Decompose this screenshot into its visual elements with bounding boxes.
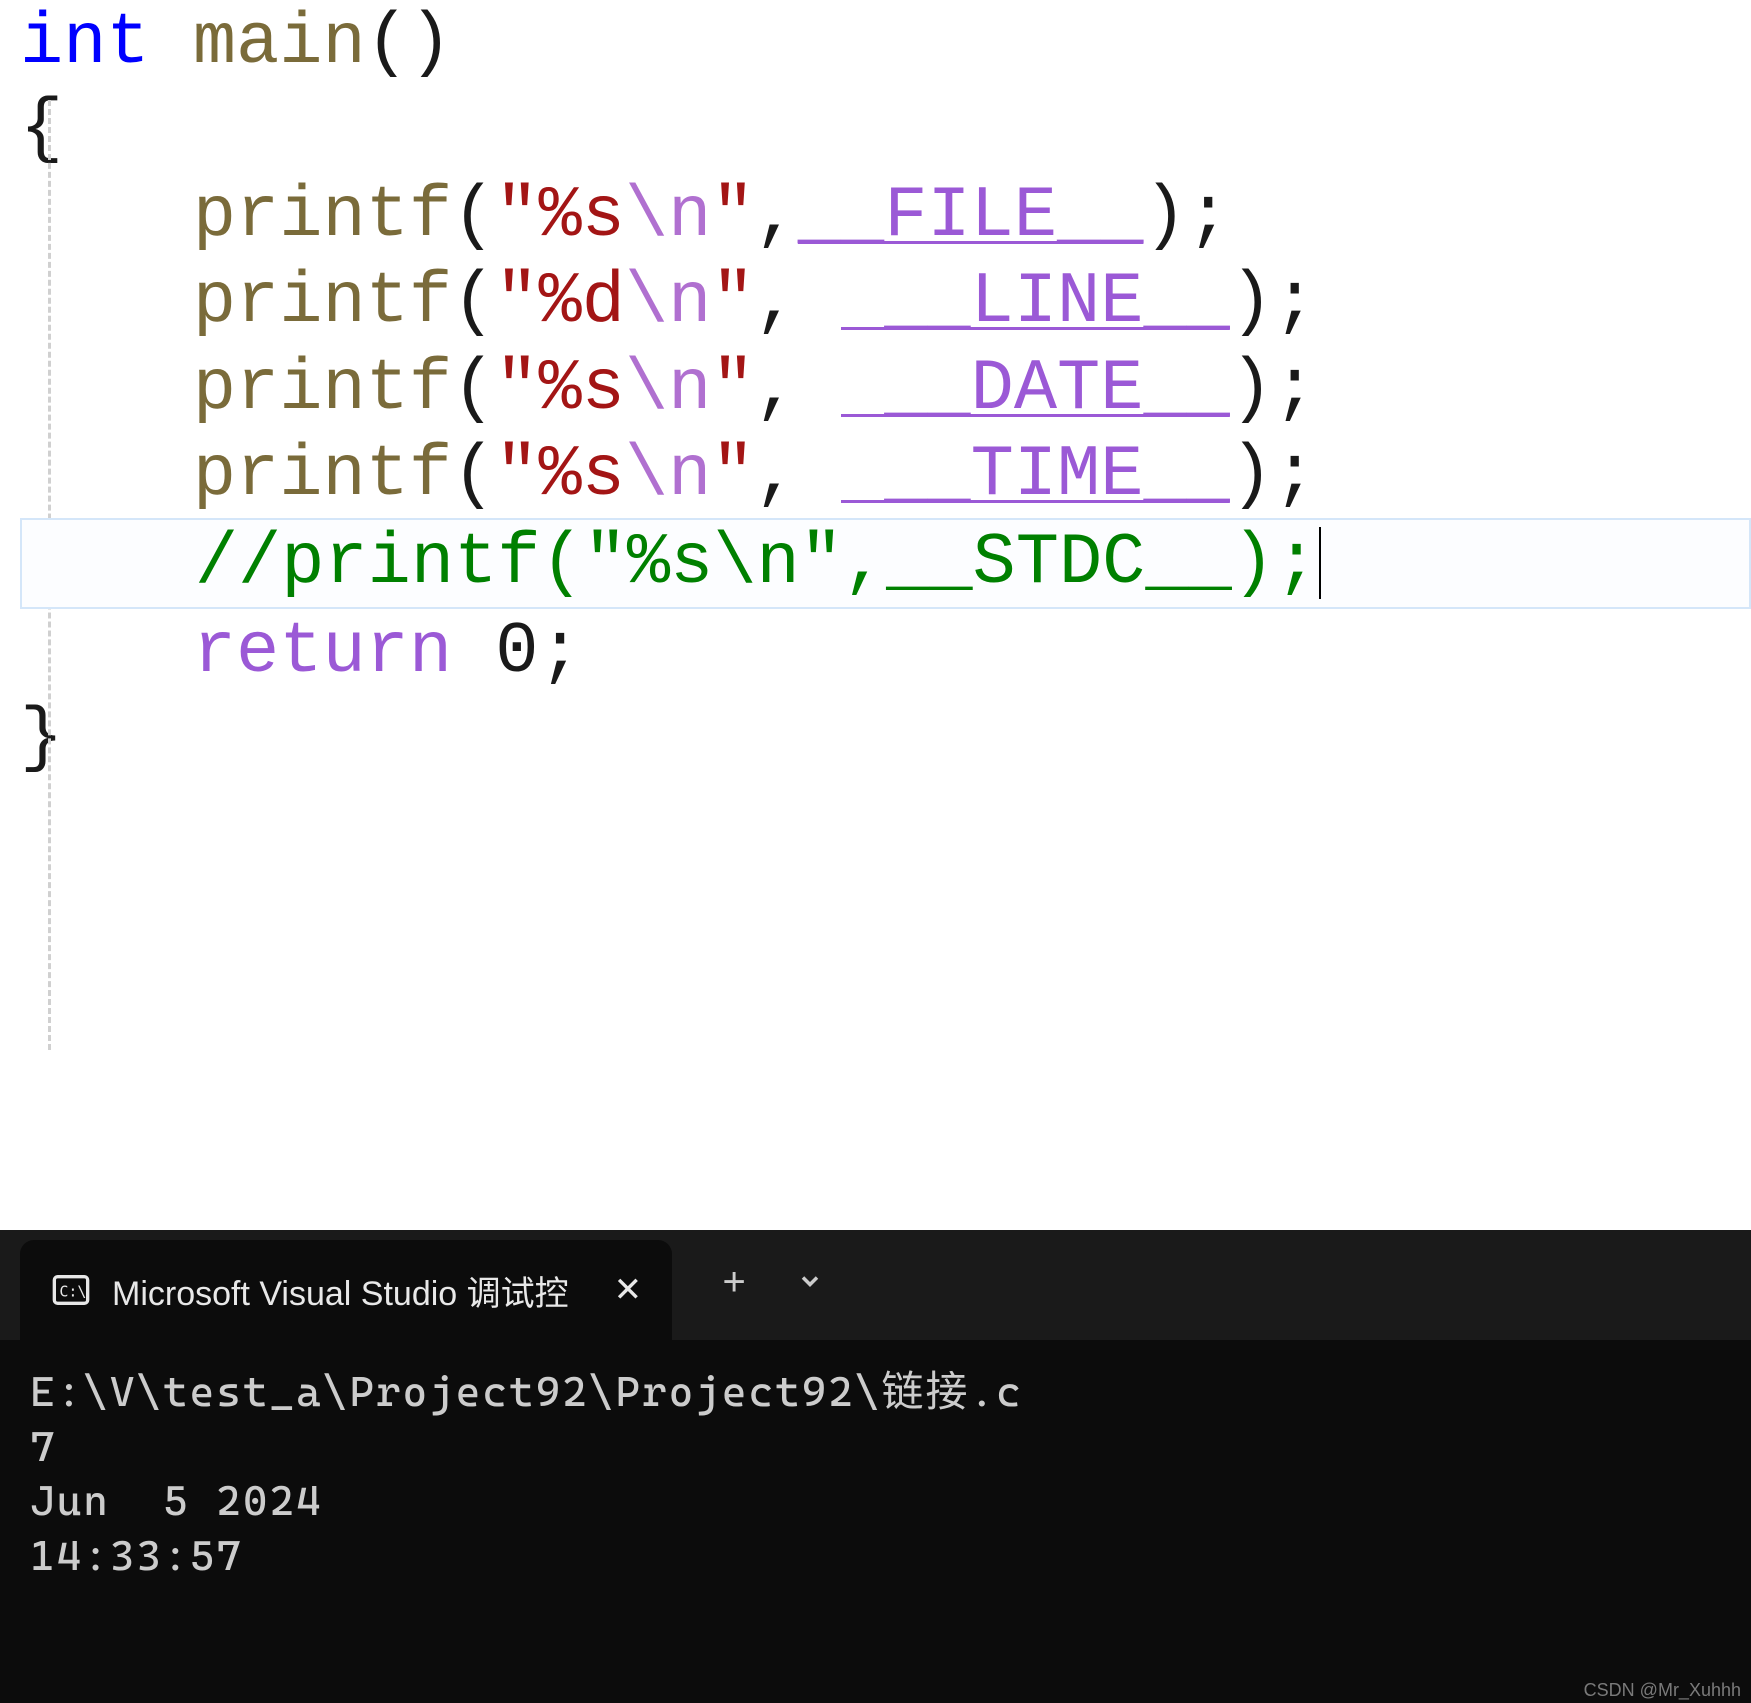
paren-close: ) [1230, 261, 1273, 343]
number-literal: 0 [495, 611, 538, 693]
terminal-line: E:\V\test_a\Project92\Project92\链接.c [30, 1365, 1721, 1420]
terminal-tab-bar: C:\ Microsoft Visual Studio 调试控 ✕ + [0, 1230, 1751, 1340]
semicolon: ; [1187, 175, 1230, 257]
escape-seq: \n [625, 434, 711, 516]
semicolon: ; [1273, 348, 1316, 430]
paren-open: ( [452, 434, 495, 516]
code-line[interactable]: printf("%s\n", __TIME__); [20, 432, 1751, 518]
function-name: main [193, 2, 366, 84]
indent [20, 434, 193, 516]
code-line-active[interactable]: //printf("%s\n",__STDC__); [20, 518, 1751, 608]
terminal-panel: C:\ Microsoft Visual Studio 调试控 ✕ + E:\V… [0, 1230, 1751, 1703]
text-cursor [1319, 527, 1321, 599]
string-quote: " [711, 261, 754, 343]
string-quote: " [495, 261, 538, 343]
indent [20, 261, 193, 343]
indent [20, 611, 193, 693]
indent [20, 175, 193, 257]
semicolon: ; [539, 611, 582, 693]
open-brace: { [20, 88, 63, 170]
code-line[interactable]: return 0; [20, 609, 1751, 695]
space [150, 2, 193, 84]
comma: , [755, 175, 798, 257]
escape-seq: \n [625, 261, 711, 343]
terminal-icon: C:\ [50, 1269, 92, 1311]
comma: , [755, 261, 841, 343]
escape-seq: \n [625, 175, 711, 257]
semicolon: ; [1273, 434, 1316, 516]
code-line[interactable]: int main() [20, 0, 1751, 86]
paren-close: ) [1143, 175, 1186, 257]
function-call: printf [193, 261, 452, 343]
code-line[interactable]: printf("%s\n", __DATE__); [20, 346, 1751, 432]
string-quote: " [711, 434, 754, 516]
escape-seq: \n [625, 348, 711, 430]
macro: __DATE__ [841, 348, 1230, 430]
terminal-tab-title: Microsoft Visual Studio 调试控 [112, 1266, 569, 1315]
paren-close: ) [1230, 434, 1273, 516]
format-spec: %s [539, 434, 625, 516]
keyword-type: int [20, 2, 150, 84]
close-brace: } [20, 697, 63, 779]
function-call: printf [193, 434, 452, 516]
terminal-line: 14:33:57 [30, 1529, 1721, 1584]
format-spec: %d [539, 261, 625, 343]
code-line[interactable]: } [20, 695, 1751, 781]
keyword-return: return [193, 611, 452, 693]
string-quote: " [495, 348, 538, 430]
code-line[interactable]: printf("%d\n", __LINE__); [20, 259, 1751, 345]
string-quote: " [495, 175, 538, 257]
macro: __LINE__ [841, 261, 1230, 343]
code-editor[interactable]: int main() { printf("%s\n",__FILE__); pr… [0, 0, 1751, 1230]
function-call: printf [193, 348, 452, 430]
tab-dropdown-button[interactable] [796, 1263, 824, 1308]
code-line[interactable]: printf("%s\n",__FILE__); [20, 173, 1751, 259]
paren-open: ( [452, 348, 495, 430]
code-line[interactable]: { [20, 86, 1751, 172]
svg-text:C:\: C:\ [59, 1283, 86, 1301]
watermark: CSDN @Mr_Xuhhh [1584, 1680, 1741, 1701]
new-tab-button[interactable]: + [722, 1263, 746, 1308]
paren-open: ( [452, 261, 495, 343]
comma: , [755, 348, 841, 430]
terminal-line: 7 [30, 1420, 1721, 1475]
macro: __TIME__ [841, 434, 1230, 516]
parentheses: () [366, 2, 452, 84]
paren-close: ) [1230, 348, 1273, 430]
terminal-output[interactable]: E:\V\test_a\Project92\Project92\链接.c 7 J… [0, 1340, 1751, 1608]
indent [22, 522, 195, 604]
string-quote: " [495, 434, 538, 516]
string-quote: " [711, 175, 754, 257]
indent [20, 348, 193, 430]
terminal-tab-actions: + [722, 1263, 824, 1308]
terminal-tab[interactable]: C:\ Microsoft Visual Studio 调试控 ✕ [20, 1240, 672, 1340]
space [452, 611, 495, 693]
format-spec: %s [539, 348, 625, 430]
format-spec: %s [539, 175, 625, 257]
close-icon[interactable]: ✕ [614, 1270, 643, 1310]
macro: __FILE__ [798, 175, 1144, 257]
string-quote: " [711, 348, 754, 430]
terminal-line: Jun 5 2024 [30, 1474, 1721, 1529]
semicolon: ; [1273, 261, 1316, 343]
comma: , [755, 434, 841, 516]
paren-open: ( [452, 175, 495, 257]
comment: //printf("%s\n",__STDC__); [195, 522, 1318, 604]
function-call: printf [193, 175, 452, 257]
